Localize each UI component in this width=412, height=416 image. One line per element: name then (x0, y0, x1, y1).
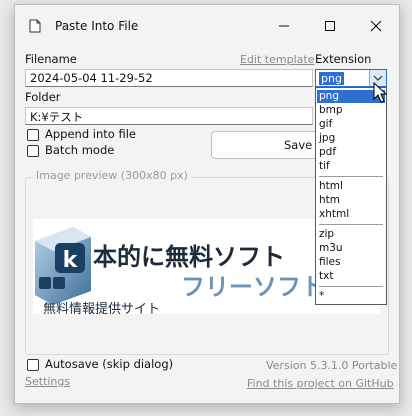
extension-label: Extension (315, 52, 372, 66)
folder-input[interactable]: K:¥テスト (25, 107, 313, 125)
batch-mode-checkbox[interactable] (27, 145, 39, 157)
filename-label: Filename (25, 52, 77, 66)
mouse-cursor-icon (373, 82, 388, 103)
autosave-label: Autosave (skip dialog) (45, 357, 174, 371)
extension-option-files[interactable]: files (317, 256, 385, 269)
filename-input[interactable]: 2024-05-04 11-29-52 (25, 69, 313, 87)
extension-dropdown-list[interactable]: png bmp gif jpg pdf tif html htm xhtml zip m3u file… (315, 87, 387, 305)
window-title: Paste Into File (55, 19, 139, 33)
extension-option-htm[interactable]: htm (317, 194, 385, 207)
extension-selected-value: png (319, 72, 344, 85)
extension-option-pdf[interactable]: pdf (317, 146, 385, 159)
close-icon (370, 20, 382, 32)
image-preview-label: Image preview (300x80 px) (33, 169, 191, 182)
extension-option-m3u[interactable]: m3u (317, 242, 385, 255)
extension-separator (319, 224, 383, 225)
extension-option-all[interactable]: * (317, 290, 385, 303)
version-text: Version 5.3.1.0 Portable (266, 359, 398, 372)
minimize-button[interactable] (261, 5, 307, 47)
extension-option-jpg[interactable]: jpg (317, 132, 385, 145)
preview-caption: 無料情報提供サイト (43, 301, 160, 314)
extension-option-gif[interactable]: gif (317, 118, 385, 131)
maximize-button[interactable] (307, 5, 353, 47)
extension-option-html[interactable]: html (317, 180, 385, 193)
paste-into-file-window: Paste Into File Filename Edit template E… (14, 4, 400, 404)
preview-logo-letter: k (63, 248, 79, 273)
batch-mode-label: Batch mode (45, 143, 115, 157)
extension-option-xhtml[interactable]: xhtml (317, 208, 385, 221)
document-icon (29, 19, 41, 33)
github-link[interactable]: Find this project on GitHub (247, 377, 394, 390)
close-button[interactable] (353, 5, 399, 47)
edit-template-link[interactable]: Edit template (240, 53, 314, 66)
settings-link[interactable]: Settings (25, 375, 70, 388)
preview-bottom-text: フリーソフト (181, 273, 325, 301)
preview-top-text: 本的に無料ソフト (93, 243, 285, 271)
extension-option-zip[interactable]: zip (317, 228, 385, 241)
folder-label: Folder (25, 90, 61, 104)
title-bar[interactable]: Paste Into File (15, 5, 399, 47)
extension-separator (319, 286, 383, 287)
append-into-file-checkbox[interactable] (27, 129, 39, 141)
autosave-checkbox[interactable] (27, 359, 39, 371)
extension-option-tif[interactable]: tif (317, 160, 385, 173)
append-into-file-label: Append into file (45, 127, 136, 141)
maximize-icon (325, 21, 335, 31)
extension-separator (319, 176, 383, 177)
minimize-icon (279, 25, 289, 27)
extension-option-txt[interactable]: txt (317, 270, 385, 283)
